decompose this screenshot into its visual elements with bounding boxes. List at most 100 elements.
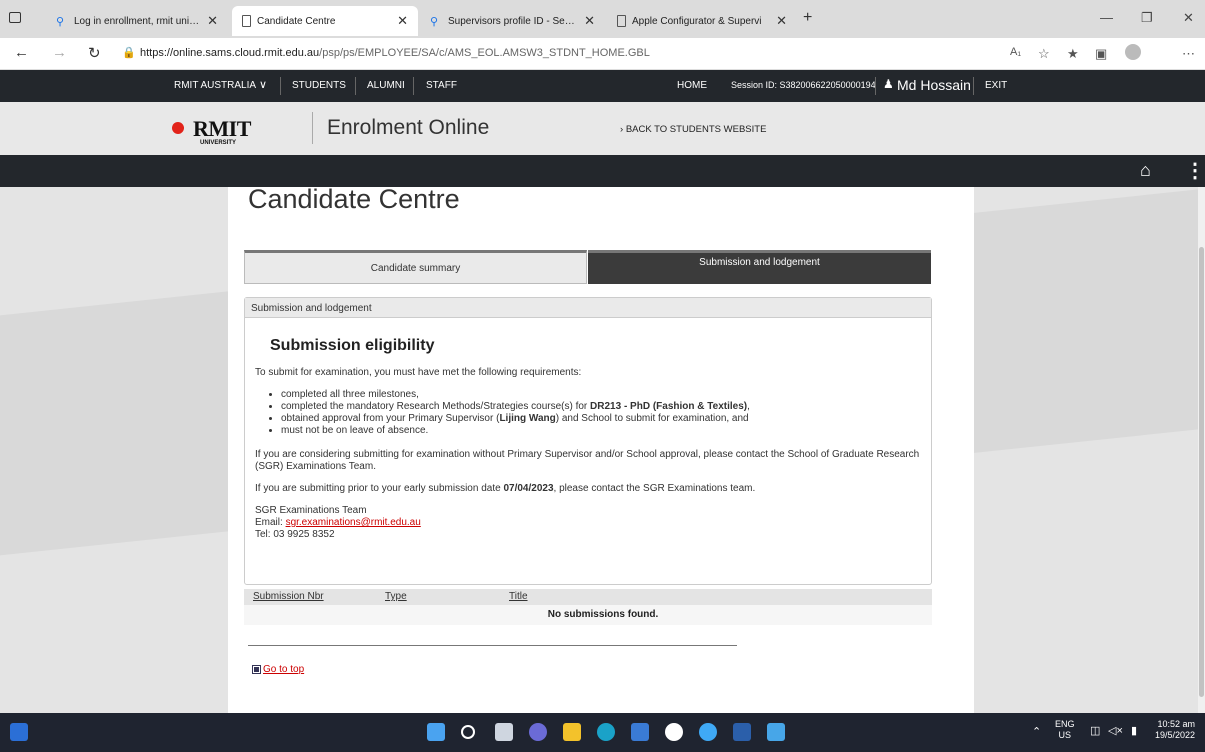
- go-to-top-label: Go to top: [263, 664, 305, 675]
- go-to-top-link[interactable]: Go to top: [252, 664, 304, 675]
- read-aloud-icon[interactable]: A₁: [1010, 46, 1021, 58]
- search-icon[interactable]: [461, 725, 475, 739]
- close-icon[interactable]: ✕: [207, 13, 218, 29]
- intro-text: To submit for examination, you must have…: [255, 367, 582, 378]
- divider: [248, 645, 737, 646]
- nav-exit[interactable]: EXIT: [985, 80, 1007, 91]
- early-text: , please contact the SGR Examinations te…: [553, 483, 756, 494]
- nav-staff[interactable]: STAFF: [426, 80, 457, 91]
- os-taskbar: ⌃ ENG US ◫ ◁× ▮ 10:52 am 19/5/2022: [0, 713, 1205, 752]
- tab-submission-lodgement[interactable]: Submission and lodgement: [588, 250, 931, 284]
- browser-tab[interactable]: ⚲ Supervisors profile ID - Search ✕: [420, 6, 605, 36]
- browser-tab[interactable]: Apple Configurator & Supervi ✕: [607, 6, 797, 36]
- col-submission-nbr[interactable]: Submission Nbr: [253, 591, 324, 602]
- req-text: ,: [747, 401, 750, 412]
- favorites-list-icon[interactable]: ★: [1067, 46, 1079, 62]
- early-date: 07/04/2023: [503, 483, 554, 494]
- more-vertical-icon[interactable]: ⋮: [1185, 158, 1205, 183]
- browser-icon[interactable]: [699, 723, 717, 741]
- rmit-logo-sub: UNIVERSITY: [200, 140, 237, 146]
- col-title[interactable]: Title: [509, 591, 528, 602]
- submissions-grid-header: Submission Nbr Type Title: [244, 589, 932, 605]
- back-icon[interactable]: ←: [14, 44, 29, 61]
- early-text: If you are submitting prior to your earl…: [255, 483, 504, 494]
- home-icon[interactable]: ⌂: [1140, 160, 1151, 181]
- task-view-icon[interactable]: [495, 723, 513, 741]
- divider: [355, 77, 356, 95]
- browser-tab-strip: ⚲ Log in enrollment, rmit universit ✕ Ca…: [0, 0, 1205, 38]
- close-icon[interactable]: ✕: [584, 13, 595, 29]
- divider: [973, 77, 974, 95]
- tab-candidate-summary[interactable]: Candidate summary: [244, 250, 587, 284]
- divider: [413, 77, 414, 95]
- scrollbar-thumb[interactable]: [1199, 247, 1204, 697]
- page-icon: [242, 15, 251, 27]
- url-field[interactable]: https://online.sams.cloud.rmit.edu.au/ps…: [140, 47, 650, 59]
- close-icon[interactable]: ✕: [776, 13, 787, 29]
- rmit-logo-mark: [170, 120, 186, 136]
- session-id: Session ID: S3820066220500001​94: [731, 80, 876, 90]
- nav-rmit-australia[interactable]: RMIT AUSTRALIA: [174, 80, 256, 91]
- tab-title: Supervisors profile ID - Search: [448, 15, 579, 27]
- app-icon[interactable]: [665, 723, 683, 741]
- page-scrollbar[interactable]: [1198, 187, 1205, 713]
- rmit-top-nav: RMIT AUSTRALIA ∨ STUDENTS ALUMNI STAFF H…: [0, 70, 1205, 102]
- language-indicator[interactable]: ENG US: [1055, 719, 1075, 741]
- close-window-icon[interactable]: ✕: [1183, 10, 1194, 26]
- top-arrow-icon: [252, 665, 261, 674]
- start-icon[interactable]: [427, 723, 445, 741]
- photos-icon[interactable]: [767, 723, 785, 741]
- nav-alumni[interactable]: ALUMNI: [367, 80, 405, 91]
- clock[interactable]: 10:52 am 19/5/2022: [1155, 719, 1195, 741]
- more-icon[interactable]: ⋯: [1182, 46, 1195, 62]
- forward-icon[interactable]: →: [52, 44, 67, 61]
- edge-icon[interactable]: [597, 723, 615, 741]
- search-icon: ⚲: [430, 16, 439, 28]
- divider: [875, 77, 876, 95]
- widgets-icon[interactable]: [10, 723, 28, 741]
- tab-title: Log in enrollment, rmit universit: [74, 15, 202, 27]
- battery-icon[interactable]: ▮: [1131, 724, 1137, 737]
- divider: [312, 112, 313, 144]
- network-icon[interactable]: ◫: [1090, 724, 1100, 737]
- new-tab-icon[interactable]: +: [803, 9, 812, 27]
- col-type[interactable]: Type: [385, 591, 407, 602]
- tab-actions-icon[interactable]: [9, 12, 21, 23]
- browser-tab-active[interactable]: Candidate Centre ✕: [232, 6, 418, 36]
- rmit-logo[interactable]: RMIT: [193, 116, 251, 142]
- word-icon[interactable]: [733, 723, 751, 741]
- browser-tab[interactable]: ⚲ Log in enrollment, rmit universit ✕: [46, 6, 228, 36]
- chevron-down-icon[interactable]: ∨: [259, 78, 267, 91]
- contact-block: SGR Examinations Team Email: sgr.examina…: [255, 505, 925, 541]
- chevron-up-icon[interactable]: ⌃: [1032, 725, 1041, 738]
- chat-icon[interactable]: [529, 723, 547, 741]
- tab-title: Candidate Centre: [257, 15, 336, 27]
- collections-icon[interactable]: ▣: [1095, 46, 1107, 62]
- minimize-icon[interactable]: —: [1100, 10, 1113, 25]
- email-line: Email: sgr.examinations@rmit.edu.au: [255, 517, 925, 529]
- lang-code: ENG: [1055, 719, 1075, 729]
- profile-avatar[interactable]: [1125, 44, 1141, 60]
- section-body: Submission eligibility To submit for exa…: [255, 328, 925, 541]
- store-icon[interactable]: [631, 723, 649, 741]
- restore-icon[interactable]: ❐: [1141, 10, 1153, 26]
- url-host: https://online.sams.cloud.rmit.edu.au: [140, 47, 320, 59]
- user-name[interactable]: Md Hossain: [897, 77, 971, 93]
- close-icon[interactable]: ✕: [397, 13, 408, 29]
- submission-section: Submission and lodgement Submission elig…: [244, 297, 932, 585]
- nav-students[interactable]: STUDENTS: [292, 80, 346, 91]
- favorite-icon[interactable]: ☆: [1038, 46, 1050, 62]
- nav-home[interactable]: HOME: [677, 80, 707, 91]
- address-bar: ← → ↻ 🔒 https://online.sams.cloud.rmit.e…: [0, 38, 1205, 70]
- volume-icon[interactable]: ◁×: [1108, 724, 1123, 737]
- user-icon: ♟: [883, 77, 894, 91]
- refresh-icon[interactable]: ↻: [88, 44, 101, 62]
- lock-icon[interactable]: 🔒: [122, 46, 136, 59]
- file-explorer-icon[interactable]: [563, 723, 581, 741]
- main-content: Candidate Centre Candidate summary Submi…: [228, 184, 974, 713]
- email-link[interactable]: sgr.examinations@rmit.edu.au: [286, 517, 421, 528]
- back-to-students-link[interactable]: › BACK TO STUDENTS WEBSITE: [620, 124, 766, 135]
- list-item: completed the mandatory Research Methods…: [281, 401, 925, 413]
- requirements-list: completed all three milestones, complete…: [281, 389, 925, 437]
- back-link-label: BACK TO STUDENTS WEBSITE: [625, 124, 767, 135]
